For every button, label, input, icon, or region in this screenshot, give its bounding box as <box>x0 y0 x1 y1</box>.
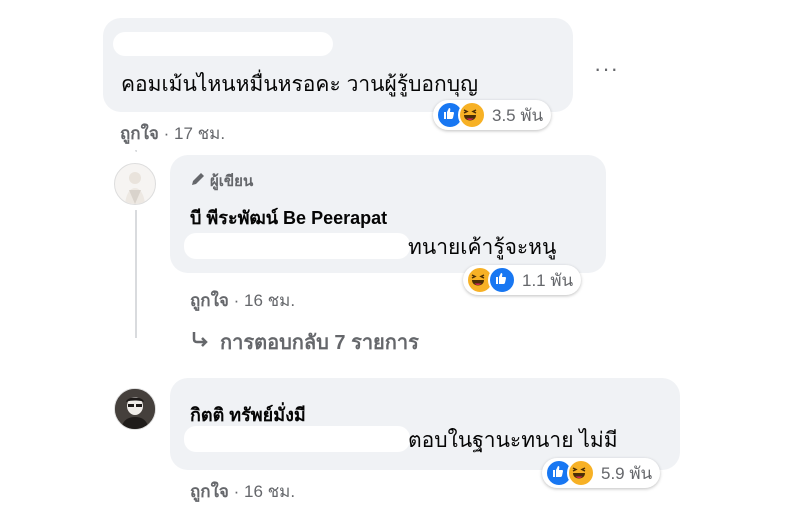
reaction-summary-1[interactable]: 3.5 พัน <box>433 100 552 130</box>
comment-text-1: คอมเม้นไหนหมื่นหรอคะ วานผู้รู้บอกบุญ <box>121 73 478 96</box>
like-link[interactable]: ถูกใจ <box>120 124 159 143</box>
thread-line-main <box>135 210 137 338</box>
reaction-count-2: 1.1 พัน <box>522 270 574 290</box>
comment-author-2[interactable]: บี พีระพัฒน์ Be Peerapat <box>190 203 387 232</box>
comment-meta-1: ถูกใจ · 17 ชม. <box>120 120 225 147</box>
avatar[interactable] <box>114 163 156 205</box>
comment-meta-2: ถูกใจ · 16 ชม. <box>190 287 295 314</box>
more-options-icon[interactable]: ··· <box>594 56 619 82</box>
comment-time[interactable]: 16 ชม. <box>244 291 295 310</box>
author-badge-label: ผู้เขียน <box>210 173 254 190</box>
redacted-mention <box>184 426 410 452</box>
reaction-count-3: 5.9 พัน <box>601 463 653 483</box>
dot-separator: · <box>163 124 170 143</box>
comment-time[interactable]: 16 ชม. <box>244 482 295 501</box>
like-link[interactable]: ถูกใจ <box>190 291 229 310</box>
author-badge: ผู้เขียน <box>190 169 253 193</box>
avatar[interactable] <box>114 388 156 430</box>
haha-reaction-icon <box>567 459 595 487</box>
view-replies-link[interactable]: การตอบกลับ 7 รายการ <box>190 326 419 358</box>
pencil-icon <box>190 171 206 191</box>
like-reaction-icon <box>488 266 516 294</box>
comment-meta-3: ถูกใจ · 16 ชม. <box>190 478 295 505</box>
reply-arrow-icon <box>190 329 210 355</box>
reaction-count-1: 3.5 พัน <box>492 105 544 125</box>
comment-bubble-2: ผู้เขียน บี พีระพัฒน์ Be Peerapat ทนายเค… <box>170 155 606 273</box>
comment-text-3: ตอบในฐานะทนาย ไม่มี <box>408 429 618 452</box>
reaction-summary-3[interactable]: 5.9 พัน <box>542 458 661 488</box>
reaction-summary-2[interactable]: 1.1 พัน <box>463 265 582 295</box>
redacted-name <box>113 32 333 56</box>
comment-author-3[interactable]: กิตติ ทรัพย์มั่งมี <box>190 400 306 429</box>
like-link[interactable]: ถูกใจ <box>190 482 229 501</box>
comment-time[interactable]: 17 ชม. <box>174 124 225 143</box>
redacted-mention <box>184 233 410 259</box>
comment-bubble-1: คอมเม้นไหนหมื่นหรอคะ วานผู้รู้บอกบุญ <box>103 18 573 112</box>
thread-elbow <box>135 150 137 152</box>
view-replies-label: การตอบกลับ 7 รายการ <box>220 332 419 354</box>
comment-bubble-3: กิตติ ทรัพย์มั่งมี ตอบในฐานะทนาย ไม่มี <box>170 378 680 470</box>
dot-separator: · <box>233 291 240 310</box>
comment-text-2: ทนายเค้ารู้จะหนู <box>408 236 557 259</box>
haha-reaction-icon <box>458 101 486 129</box>
dot-separator: · <box>233 482 240 501</box>
